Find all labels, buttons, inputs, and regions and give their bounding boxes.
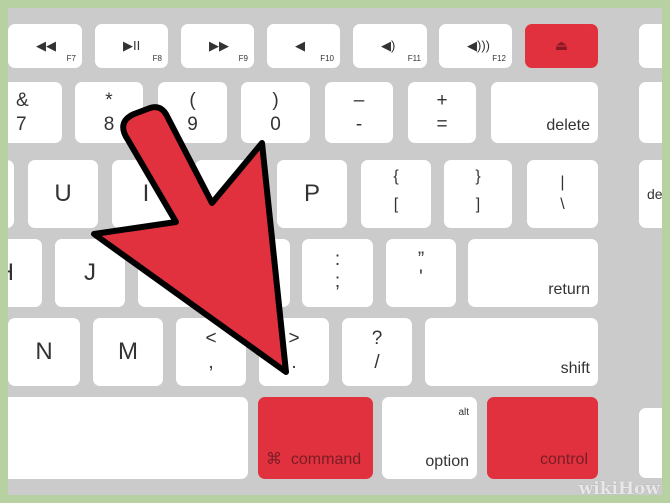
watermark-logo: wikiHow [578,479,660,499]
arrow-shape [91,104,289,375]
arrow-pointer-icon [91,104,289,375]
